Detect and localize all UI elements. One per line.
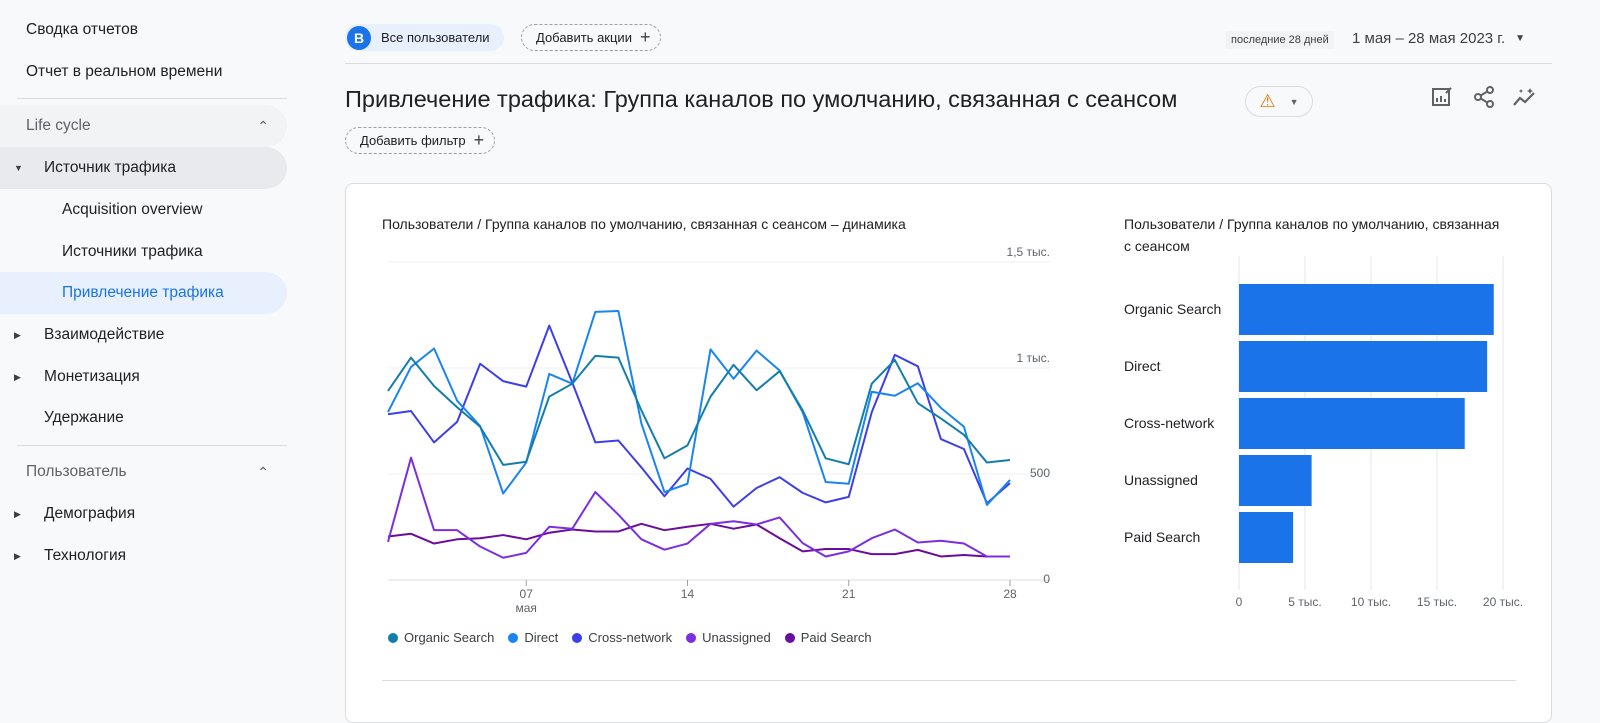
x-tick-label: 15 тыс. (1417, 595, 1457, 609)
bar-category-label: Paid Search (1124, 529, 1200, 545)
x-tick-label: 21 (842, 587, 856, 601)
charts-svg: 0 500 1 тыс. 1,5 тыс. 07мая 14 21 28 0 5 тыс. 10 т… (387, 245, 1523, 615)
x-tick-label: 20 тыс. (1483, 595, 1523, 609)
legend-item[interactable]: Direct (508, 630, 558, 645)
x-tick-sublabel: мая (516, 601, 537, 615)
x-tick-label: 07 (520, 587, 534, 601)
bar-category-label: Unassigned (1124, 472, 1198, 488)
x-tick-label: 10 тыс. (1351, 595, 1391, 609)
y-tick-label: 1,5 тыс. (1007, 245, 1050, 259)
line-chart-legend: Organic Search Direct Cross-network Unassig… (388, 630, 872, 645)
bar-category-label: Direct (1124, 358, 1161, 374)
legend-label: Paid Search (800, 630, 872, 645)
bar-direct (1239, 341, 1488, 392)
x-tick-label: 28 (1003, 587, 1017, 601)
legend-dot-icon (572, 632, 583, 643)
bar-unassigned (1239, 455, 1312, 506)
bar-category-label: Cross-network (1124, 415, 1215, 431)
legend-label: Unassigned (702, 630, 771, 645)
legend-dot-icon (388, 632, 398, 643)
bar-paid-search (1239, 512, 1294, 563)
legend-dot-icon (686, 632, 697, 643)
bar-organic-search (1239, 284, 1494, 335)
legend-label: Organic Search (404, 630, 495, 645)
bar-category-label: Organic Search (1124, 301, 1221, 317)
series-line-organic-search (387, 354, 1011, 466)
legend-item[interactable]: Cross-network (572, 630, 672, 645)
legend-item[interactable]: Paid Search (784, 630, 872, 645)
legend-item[interactable]: Organic Search (388, 630, 494, 645)
legend-dot-icon (784, 632, 795, 643)
y-tick-label: 1 тыс. (1017, 351, 1050, 365)
series-line-paid-search (387, 522, 1010, 558)
divider (382, 680, 1516, 681)
legend-label: Direct (524, 630, 559, 645)
bar-cross-network (1239, 398, 1465, 449)
legend-label: Cross-network (588, 630, 673, 645)
legend-dot-icon (508, 632, 519, 643)
y-tick-label: 0 (1043, 572, 1050, 586)
x-tick-label: 5 тыс. (1288, 595, 1321, 609)
x-tick-label: 0 (1236, 595, 1243, 609)
legend-item[interactable]: Unassigned (686, 630, 771, 645)
y-tick-label: 500 (1030, 466, 1050, 480)
series-line-direct (387, 309, 1011, 506)
x-tick-label: 14 (681, 587, 695, 601)
